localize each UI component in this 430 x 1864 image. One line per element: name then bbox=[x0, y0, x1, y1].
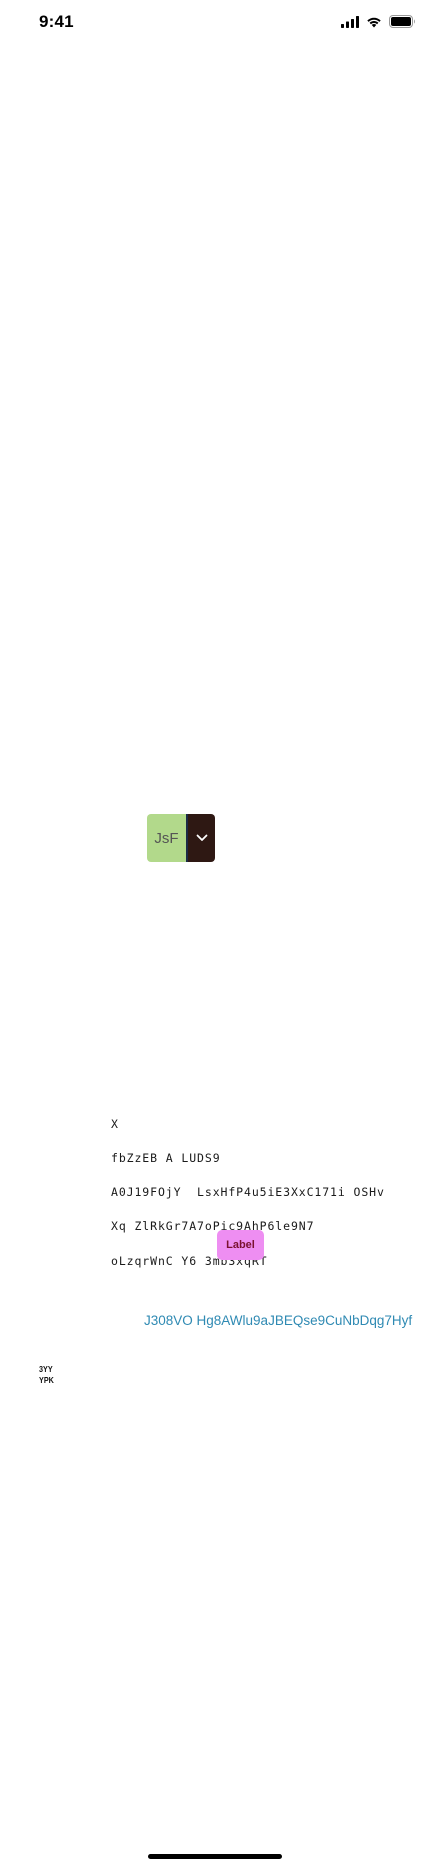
small-text-line: 3YY bbox=[39, 1364, 53, 1374]
wifi-icon bbox=[366, 16, 382, 28]
chevron-down-icon bbox=[196, 829, 208, 847]
text-line: X bbox=[111, 1116, 119, 1131]
small-text-block: 3YY YPK bbox=[39, 1364, 54, 1385]
status-time: 9:41 bbox=[39, 12, 74, 31]
split-button: JsF bbox=[147, 814, 215, 862]
small-text-line: YPK bbox=[39, 1374, 54, 1385]
split-button-toggle[interactable] bbox=[188, 814, 215, 862]
label-button[interactable]: Label bbox=[217, 1230, 264, 1260]
signal-icon bbox=[341, 15, 359, 28]
text-link[interactable]: J308VO Hg8AWlu9aJBEQse9CuNbDqg7Hyf bbox=[144, 1313, 412, 1328]
text-line: A0J19FOjY LsxHfP4u5iE3XxC171i OSHv bbox=[111, 1185, 385, 1200]
status-bar: 9:41 bbox=[0, 0, 430, 44]
split-button-main[interactable]: JsF bbox=[147, 814, 186, 862]
home-indicator[interactable] bbox=[148, 1854, 282, 1859]
battery-icon bbox=[389, 15, 416, 28]
text-line: fbZzEB A LUDS9 bbox=[111, 1151, 221, 1166]
status-icons bbox=[341, 15, 416, 28]
